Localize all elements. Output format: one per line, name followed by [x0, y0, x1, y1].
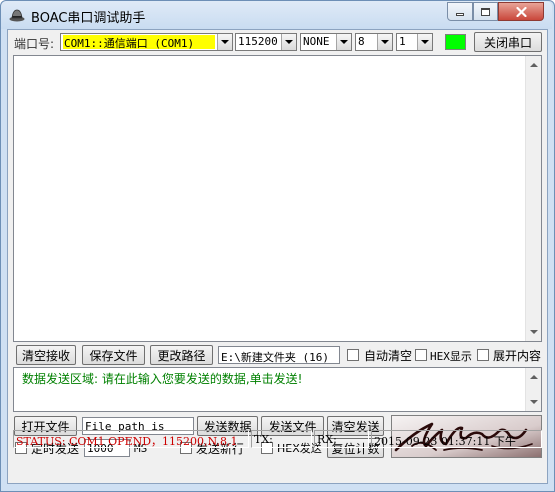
chevron-down-icon: [336, 34, 351, 50]
scroll-down-icon[interactable]: [526, 324, 541, 340]
parity-select-value: NONE: [303, 35, 330, 48]
tx-counter: TX:: [251, 430, 312, 448]
chevron-down-icon: [217, 34, 232, 50]
clear-receive-button[interactable]: 清空接收: [16, 345, 76, 365]
window-title: BOAC串口调试助手: [31, 11, 146, 26]
baud-select-value: 115200: [238, 35, 278, 48]
expand-checkbox[interactable]: [477, 349, 489, 361]
receive-scrollbar[interactable]: [525, 56, 541, 341]
hex-display-label: HEX显示: [430, 350, 472, 363]
maximize-button[interactable]: [473, 2, 498, 21]
hex-display-checkbox[interactable]: [415, 349, 427, 361]
maximize-icon: [481, 7, 490, 16]
title-bar[interactable]: BOAC串口调试助手: [1, 1, 552, 29]
scroll-up-icon[interactable]: [526, 57, 541, 73]
send-textarea[interactable]: 数据发送区域: 请在此输入您要发送的数据,单击发送!: [13, 367, 542, 412]
baud-select[interactable]: 115200: [235, 33, 297, 51]
port-select[interactable]: COM1::通信端口 (COM1): [60, 33, 233, 51]
receive-textarea[interactable]: [13, 55, 542, 342]
minimize-button[interactable]: [447, 2, 473, 21]
path-field[interactable]: E:\新建文件夹 (16): [218, 346, 340, 364]
auto-clear-checkbox[interactable]: [347, 349, 359, 361]
chevron-down-icon: [377, 34, 392, 50]
databits-select-value: 8: [358, 35, 365, 48]
stopbits-select[interactable]: 1: [396, 33, 433, 51]
chevron-down-icon: [281, 34, 296, 50]
send-scrollbar[interactable]: [525, 368, 541, 411]
send-hint-text: 数据发送区域: 请在此输入您要发送的数据,单击发送!: [22, 372, 303, 386]
close-port-button[interactable]: 关闭串口: [474, 32, 542, 52]
port-status-indicator: [445, 34, 466, 50]
change-path-button[interactable]: 更改路径: [150, 345, 213, 365]
close-button[interactable]: [498, 2, 544, 21]
scroll-up-icon[interactable]: [526, 369, 541, 385]
datetime-display: 2015-09-23 01:37:11 下午: [371, 430, 542, 448]
hat-icon: [9, 8, 25, 22]
port-label: 端口号:: [14, 37, 55, 51]
auto-clear-label: 自动清空: [364, 349, 413, 363]
scroll-down-icon[interactable]: [526, 394, 541, 410]
save-file-button[interactable]: 保存文件: [82, 345, 145, 365]
chevron-down-icon: [417, 34, 432, 50]
parity-select[interactable]: NONE: [300, 33, 352, 51]
expand-label: 展开内容: [493, 349, 542, 363]
close-icon: [515, 6, 527, 17]
rx-counter: RX:: [314, 430, 369, 448]
minimize-icon: [456, 13, 464, 16]
stopbits-select-value: 1: [399, 35, 406, 48]
status-text: STATUS: COM1 OPEND，115200,N,8,1: [13, 430, 249, 448]
port-select-value: COM1::通信端口 (COM1): [63, 35, 215, 50]
databits-select[interactable]: 8: [355, 33, 393, 51]
